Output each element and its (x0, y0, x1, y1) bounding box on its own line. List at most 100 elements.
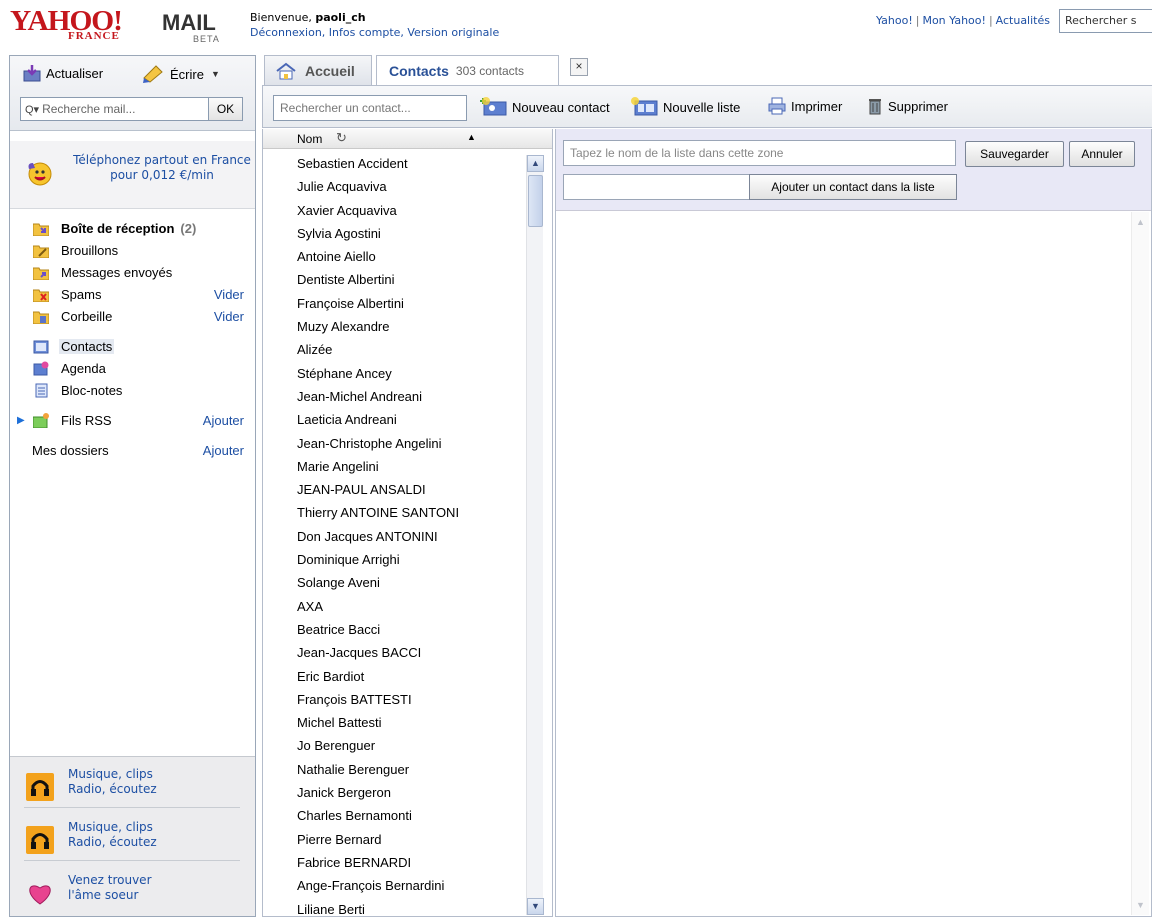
close-tab-icon[interactable]: × (570, 58, 588, 76)
new-list-label: Nouvelle liste (663, 99, 741, 115)
contact-row[interactable]: Liliane Berti (263, 898, 528, 917)
top-search-input[interactable]: Rechercher s (1059, 9, 1152, 33)
contact-list-scrollbar[interactable]: ▲ ▼ (526, 155, 544, 915)
contact-row[interactable]: Marie Angelini (263, 455, 528, 478)
contact-row[interactable]: Françoise Albertini (263, 292, 528, 315)
contact-row[interactable]: Julie Acquaviva (263, 175, 528, 198)
list-editor: Tapez le nom de la liste dans cette zone… (555, 129, 1152, 917)
new-contact-button[interactable]: Nouveau contact (480, 97, 610, 117)
contact-row[interactable]: Jean-Jacques BACCI (263, 641, 528, 664)
promo-music-1[interactable]: Musique, clips Radio, écoutez (24, 767, 244, 817)
contact-row[interactable]: Dominique Arrighi (263, 548, 528, 571)
chevron-down-icon[interactable]: ▼ (211, 69, 220, 79)
list-editor-scrollbar[interactable]: ▲ ▼ (1131, 212, 1149, 915)
promo-phone[interactable]: Téléphonez partout en France pour 0,012 … (10, 141, 255, 209)
refresh-icon[interactable]: ↻ (336, 130, 347, 146)
contact-row[interactable]: Eric Bardiot (263, 665, 528, 688)
contact-row[interactable]: Jean-Michel Andreani (263, 385, 528, 408)
list-editor-form: Tapez le nom de la liste dans cette zone… (556, 129, 1151, 211)
smiley-phone-icon (28, 162, 52, 186)
list-name-input[interactable]: Tapez le nom de la liste dans cette zone (563, 140, 956, 166)
nav-notepad-label: Bloc-notes (61, 383, 123, 398)
delete-button[interactable]: Supprimer (866, 97, 948, 115)
contact-row[interactable]: Don Jacques ANTONINI (263, 525, 528, 548)
contact-row[interactable]: JEAN-PAUL ANSALDI (263, 478, 528, 501)
contact-search-input[interactable]: Rechercher un contact... (273, 95, 467, 121)
column-name-header[interactable]: Nom (297, 132, 322, 146)
my-folders-label: Mes dossiers (32, 443, 109, 458)
contact-row[interactable]: Ange-François Bernardini (263, 874, 528, 897)
mail-search-ok-button[interactable]: OK (208, 97, 243, 121)
scroll-down-icon[interactable]: ▼ (1136, 900, 1145, 910)
scroll-down-icon[interactable]: ▼ (527, 898, 544, 915)
empty-spam-link[interactable]: Vider (214, 287, 244, 302)
contact-row[interactable]: François BATTESTI (263, 688, 528, 711)
promo-music-2[interactable]: Musique, clips Radio, écoutez (24, 820, 244, 870)
folder-inbox[interactable]: Boîte de réception (2) (10, 218, 255, 240)
link-yahoo[interactable]: Yahoo! (876, 14, 913, 27)
mail-search-input[interactable]: Q▾ Recherche mail... (20, 97, 210, 121)
header: YAHOO! FRANCE MAIL BETA Bienvenue, paoli… (0, 0, 1152, 50)
save-button[interactable]: Sauvegarder (965, 141, 1064, 167)
refresh-button[interactable]: Actualiser (22, 64, 103, 82)
print-button[interactable]: Imprimer (767, 97, 842, 115)
contact-row[interactable]: Charles Bernamonti (263, 804, 528, 827)
compose-button[interactable]: Écrire ▼ (142, 64, 220, 84)
sort-arrow-icon[interactable]: ▲ (467, 132, 476, 142)
contact-row[interactable]: Stéphane Ancey (263, 362, 528, 385)
contact-row[interactable]: Laeticia Andreani (263, 408, 528, 431)
contact-row[interactable]: Sebastien Accident (263, 152, 528, 175)
contact-row[interactable]: Michel Battesti (263, 711, 528, 734)
add-contact-input[interactable] (563, 174, 753, 200)
yahoo-mail-logo[interactable]: YAHOO! FRANCE MAIL BETA (10, 6, 225, 46)
contact-row[interactable]: Alizée (263, 338, 528, 361)
link-mon-yahoo[interactable]: Mon Yahoo! (922, 14, 985, 27)
scroll-up-icon[interactable]: ▲ (1136, 217, 1145, 227)
contact-row[interactable]: Sylvia Agostini (263, 222, 528, 245)
scrollbar-thumb[interactable] (528, 175, 543, 227)
top-links: Yahoo! | Mon Yahoo! | Actualités (875, 14, 1050, 27)
add-folder-link[interactable]: Ajouter (203, 443, 244, 458)
contact-list-header[interactable]: Nom ↻ ▲ (263, 129, 552, 149)
nav-notepad[interactable]: Bloc-notes (10, 380, 255, 402)
promo-dating-line2: l'âme soeur (68, 888, 139, 902)
search-icon: Q▾ (25, 103, 40, 116)
folder-drafts[interactable]: Brouillons (10, 240, 255, 262)
folder-spam[interactable]: Spams Vider (10, 284, 255, 306)
tab-contacts[interactable]: Contacts 303 contacts (376, 55, 559, 86)
contact-row[interactable]: Dentiste Albertini (263, 268, 528, 291)
contact-row[interactable]: AXA (263, 595, 528, 618)
divider (24, 807, 240, 808)
add-rss-link[interactable]: Ajouter (203, 413, 244, 428)
contact-row[interactable]: Xavier Acquaviva (263, 199, 528, 222)
contact-row[interactable]: Jean-Christophe Angelini (263, 432, 528, 455)
contact-row[interactable]: Beatrice Bacci (263, 618, 528, 641)
contact-row[interactable]: Jo Berenguer (263, 734, 528, 757)
folder-trash[interactable]: Corbeille Vider (10, 306, 255, 328)
promo-dating[interactable]: Venez trouver l'âme soeur (24, 873, 244, 923)
account-links[interactable]: Déconnexion, Infos compte, Version origi… (250, 26, 499, 39)
contact-row[interactable]: Antoine Aiello (263, 245, 528, 268)
contact-row[interactable]: Solange Aveni (263, 571, 528, 594)
nav-agenda[interactable]: Agenda (10, 358, 255, 380)
logo-beta-text: BETA (193, 34, 220, 44)
contact-row[interactable]: Muzy Alexandre (263, 315, 528, 338)
expand-arrow-icon[interactable]: ▶ (17, 415, 25, 426)
folder-sent[interactable]: Messages envoyés (10, 262, 255, 284)
nav-contacts[interactable]: Contacts (10, 336, 255, 358)
link-actualites[interactable]: Actualités (996, 14, 1050, 27)
contact-row[interactable]: Janick Bergeron (263, 781, 528, 804)
promo-dating-line1: Venez trouver (68, 873, 152, 887)
empty-trash-link[interactable]: Vider (214, 309, 244, 324)
contact-row[interactable]: Nathalie Berenguer (263, 758, 528, 781)
tab-home[interactable]: Accueil (264, 55, 372, 85)
cancel-button[interactable]: Annuler (1069, 141, 1135, 167)
print-label: Imprimer (791, 98, 843, 114)
contact-row[interactable]: Pierre Bernard (263, 828, 528, 851)
nav-rss[interactable]: ▶ Fils RSS Ajouter (10, 410, 255, 432)
scroll-up-icon[interactable]: ▲ (527, 155, 544, 172)
contact-row[interactable]: Fabrice BERNARDI (263, 851, 528, 874)
new-list-button[interactable]: Nouvelle liste (629, 97, 740, 117)
add-contact-to-list-button[interactable]: Ajouter un contact dans la liste (749, 174, 957, 200)
contact-row[interactable]: Thierry ANTOINE SANTONI (263, 501, 528, 524)
